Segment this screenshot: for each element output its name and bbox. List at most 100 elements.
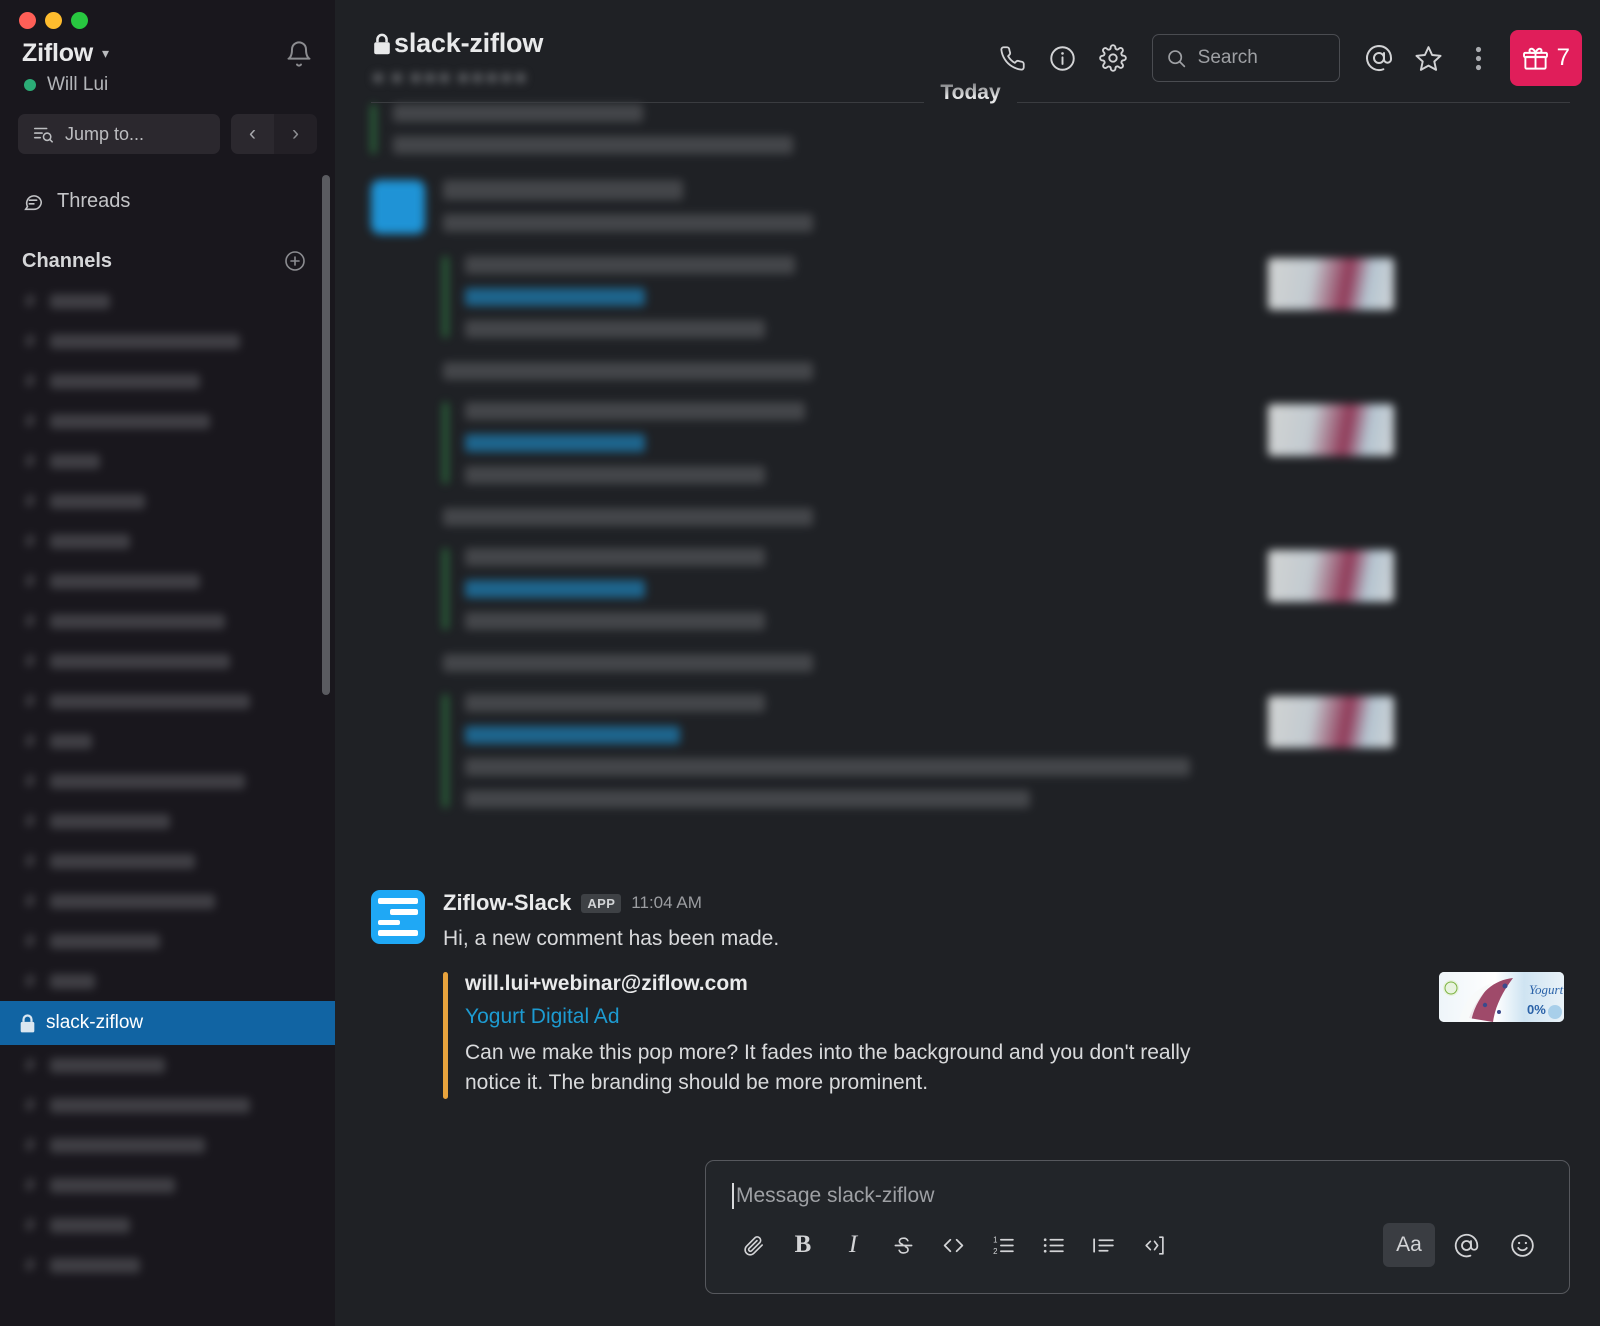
kebab-menu-icon[interactable]	[1454, 33, 1504, 83]
sidebar-channel-item[interactable]: #	[0, 1165, 335, 1205]
threads-icon	[22, 191, 44, 213]
hash-icon: #	[22, 771, 38, 792]
sidebar-channel-item[interactable]: #	[0, 281, 335, 321]
info-icon[interactable]	[1038, 33, 1088, 83]
sidebar-channel-item[interactable]: #	[0, 321, 335, 361]
sidebar-scrollbar[interactable]	[322, 175, 330, 695]
sidebar-item-threads[interactable]: Threads	[0, 154, 335, 213]
attachment-author: will.lui+webinar@ziflow.com	[465, 972, 1419, 996]
strikethrough-icon[interactable]	[878, 1224, 928, 1266]
nav-forward-button[interactable]: ›	[274, 114, 317, 154]
sidebar-channel-item[interactable]: #	[0, 401, 335, 441]
team-header: Ziflow ▾	[0, 29, 335, 68]
hash-icon: #	[22, 691, 38, 712]
channel-title-label: slack-ziflow	[394, 28, 543, 59]
main-panel: Ziflow-Slack APP 11:04 AM Hi, a new comm…	[335, 0, 1600, 1326]
hash-icon: #	[22, 811, 38, 832]
sidebar-channel-item[interactable]: #	[0, 1205, 335, 1245]
channel-header: slack-ziflow ★ ★ ★★★ ★★★★★	[335, 0, 1600, 97]
sidebar-channel-item[interactable]: #	[0, 721, 335, 761]
attachment-thumbnail[interactable]: Yogurt 0%	[1439, 972, 1564, 1022]
emoji-icon[interactable]	[1497, 1224, 1547, 1266]
team-switcher[interactable]: Ziflow ▾	[22, 39, 109, 68]
minimize-window-button[interactable]	[45, 12, 62, 29]
sidebar-item-slack-ziflow[interactable]: slack-ziflow	[0, 1001, 335, 1045]
redacted-message-history	[335, 104, 1600, 808]
mention-at-icon[interactable]	[1441, 1224, 1491, 1266]
jump-to-placeholder: Jump to...	[65, 124, 144, 145]
hash-icon: #	[22, 851, 38, 872]
sidebar-channel-item[interactable]: #	[0, 1045, 335, 1085]
sidebar-channel-item[interactable]: #	[0, 801, 335, 841]
sidebar-channel-item[interactable]: #	[0, 1245, 335, 1285]
hash-icon: #	[22, 371, 38, 392]
sidebar-channel-item[interactable]: #	[0, 921, 335, 961]
message-text: Hi, a new comment has been made.	[443, 924, 1564, 954]
text-cursor	[732, 1183, 734, 1209]
hash-icon: #	[22, 1055, 38, 1076]
hash-icon: #	[22, 611, 38, 632]
threads-label: Threads	[57, 190, 130, 213]
sidebar-channel-item[interactable]: #	[0, 601, 335, 641]
hash-icon: #	[22, 1175, 38, 1196]
italic-button[interactable]: I	[828, 1224, 878, 1266]
hash-icon: #	[22, 331, 38, 352]
message-header: Ziflow-Slack APP 11:04 AM	[443, 890, 1564, 916]
hash-icon: #	[22, 491, 38, 512]
header-toolbar: Search	[988, 28, 1582, 86]
add-channel-icon[interactable]	[283, 249, 307, 273]
gift-badge-button[interactable]: 7	[1510, 30, 1582, 86]
blockquote-icon[interactable]	[1078, 1224, 1128, 1266]
bulleted-list-icon[interactable]	[1028, 1224, 1078, 1266]
sidebar-channel-item[interactable]: #	[0, 761, 335, 801]
message-list: Ziflow-Slack APP 11:04 AM Hi, a new comm…	[335, 0, 1600, 1126]
sidebar-channel-item[interactable]: #	[0, 521, 335, 561]
sidebar-channel-item[interactable]: #	[0, 961, 335, 1001]
composer-input[interactable]: Message slack-ziflow	[706, 1161, 1569, 1209]
gear-icon[interactable]	[1088, 33, 1138, 83]
hash-icon: #	[22, 291, 38, 312]
zoom-window-button[interactable]	[71, 12, 88, 29]
sidebar-channel-item[interactable]: #	[0, 1085, 335, 1125]
sidebar-channel-item[interactable]: #	[0, 841, 335, 881]
at-icon[interactable]	[1354, 33, 1404, 83]
sidebar-channel-item[interactable]: #	[0, 681, 335, 721]
message-composer[interactable]: Message slack-ziflow B I	[705, 1160, 1570, 1294]
sidebar-channel-item[interactable]: #	[0, 641, 335, 681]
jump-to-row: Jump to... ‹ ›	[0, 96, 335, 154]
close-window-button[interactable]	[19, 12, 36, 29]
hash-icon: #	[22, 571, 38, 592]
sidebar-channel-item[interactable]: #	[0, 361, 335, 401]
phone-icon[interactable]	[988, 33, 1038, 83]
gift-icon	[1522, 45, 1549, 72]
sidebar-channel-item[interactable]: #	[0, 881, 335, 921]
page-title[interactable]: slack-ziflow	[371, 28, 988, 59]
jump-to-button[interactable]: Jump to...	[18, 114, 220, 154]
formatting-toggle-button[interactable]: Aa	[1383, 1223, 1435, 1267]
channel-topic-redacted[interactable]: ★ ★ ★★★ ★★★★★	[371, 68, 621, 88]
search-input[interactable]: Search	[1152, 34, 1340, 82]
code-block-icon[interactable]	[1128, 1224, 1178, 1266]
sidebar-channel-item[interactable]: #	[0, 441, 335, 481]
message-attachment: will.lui+webinar@ziflow.com Yogurt Digit…	[443, 972, 1564, 1099]
sidebar-channel-item[interactable]: #	[0, 1125, 335, 1165]
sidebar-channel-item[interactable]: #	[0, 481, 335, 521]
paperclip-icon[interactable]	[728, 1224, 778, 1266]
ordered-list-icon[interactable]: 1 2	[978, 1224, 1028, 1266]
notifications-bell-icon[interactable]	[285, 40, 313, 68]
sidebar-channel-item[interactable]: #	[0, 561, 335, 601]
code-icon[interactable]	[928, 1224, 978, 1266]
bold-button[interactable]: B	[778, 1224, 828, 1266]
user-presence-row[interactable]: Will Lui	[0, 68, 335, 96]
attachment-link[interactable]: Yogurt Digital Ad	[465, 1005, 1419, 1029]
team-name-label: Ziflow	[22, 39, 93, 68]
star-icon[interactable]	[1404, 33, 1454, 83]
gift-count: 7	[1557, 44, 1570, 72]
attachment-accent-bar	[443, 972, 448, 1099]
nav-back-button[interactable]: ‹	[231, 114, 274, 154]
message-timestamp[interactable]: 11:04 AM	[631, 893, 702, 913]
hash-icon: #	[22, 891, 38, 912]
search-icon	[1166, 48, 1187, 69]
search-placeholder: Search	[1198, 47, 1258, 69]
message-sender[interactable]: Ziflow-Slack	[443, 890, 571, 916]
